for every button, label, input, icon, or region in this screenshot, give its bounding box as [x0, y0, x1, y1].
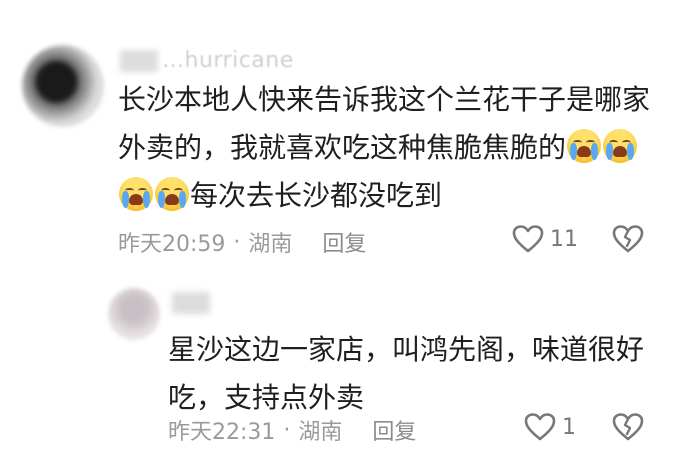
loudly-crying-face-icon — [567, 129, 602, 163]
like-count: 11 — [550, 226, 578, 252]
heart-outline-icon — [524, 412, 556, 442]
reply-button[interactable]: 回复 — [372, 414, 416, 446]
loudly-crying-face-icon — [603, 129, 638, 163]
like-count: 1 — [562, 414, 576, 440]
redacted-name-part — [120, 50, 158, 72]
like-button[interactable]: 11 — [512, 224, 578, 254]
location: 湖南 — [248, 232, 293, 257]
comment-meta: 昨天20:59 · 湖南 回复 — [118, 226, 366, 258]
timestamp: 昨天22:31 — [168, 420, 276, 445]
broken-heart-outline-icon — [612, 412, 644, 442]
heart-outline-icon — [512, 224, 544, 254]
like-button[interactable]: 1 — [524, 412, 576, 442]
comment-line: 长沙本地人快来告诉我这个兰花干子是哪家 — [118, 83, 651, 116]
redacted-name-part — [172, 292, 210, 314]
separator: · — [283, 417, 291, 443]
comment-thread: …hurricane 长沙本地人快来告诉我这个兰花干子是哪家 外卖的，我就喜欢吃… — [0, 0, 680, 460]
reply-meta: 昨天22:31 · 湖南 回复 — [168, 414, 416, 446]
loudly-crying-face-icon — [119, 177, 153, 211]
loudly-crying-face-icon — [155, 177, 189, 211]
comment-line: 每次去长沙都没吃到 — [118, 172, 658, 220]
username[interactable]: …hurricane — [120, 48, 294, 73]
broken-heart-outline-icon — [612, 224, 644, 254]
comment-line: 外卖的，我就喜欢吃这种焦脆焦脆的 — [118, 124, 658, 172]
comment-line: 星沙这边一家店，叫鸿先阁，味道很好 — [168, 333, 645, 366]
separator: · — [233, 229, 241, 255]
reply-text: 星沙这边一家店，叫鸿先阁，味道很好 吃，支持点外卖 — [168, 326, 658, 422]
location: 湖南 — [298, 420, 343, 445]
dislike-button[interactable] — [612, 412, 644, 442]
comment-text: 长沙本地人快来告诉我这个兰花干子是哪家 外卖的，我就喜欢吃这种焦脆焦脆的 每次去… — [118, 76, 658, 220]
reply-button[interactable]: 回复 — [322, 226, 366, 258]
username[interactable] — [172, 290, 214, 315]
avatar[interactable] — [22, 45, 104, 127]
timestamp: 昨天20:59 — [118, 232, 226, 257]
dislike-button[interactable] — [612, 224, 644, 254]
avatar[interactable] — [108, 288, 160, 340]
